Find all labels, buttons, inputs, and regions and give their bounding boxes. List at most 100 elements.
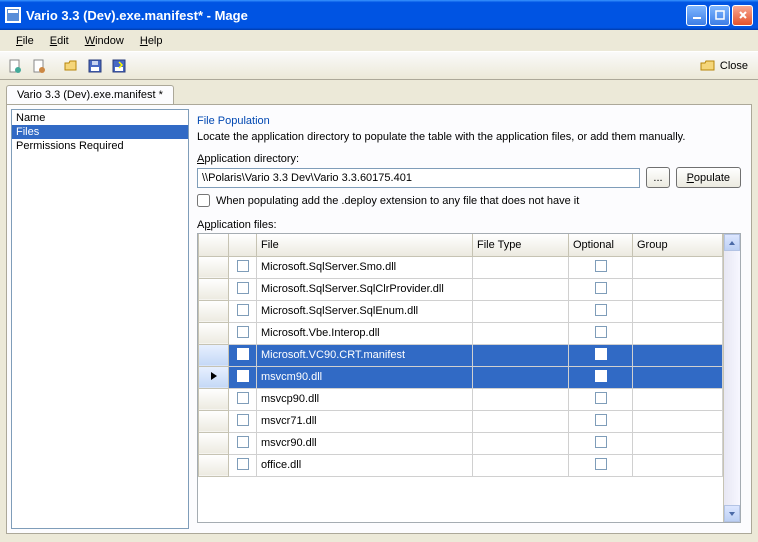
- row-header[interactable]: [199, 344, 229, 366]
- files-grid[interactable]: File File Type Optional Group Microsoft.…: [197, 233, 741, 523]
- chk-col[interactable]: [229, 234, 257, 256]
- group-cell[interactable]: [633, 322, 723, 344]
- section-list[interactable]: NameFilesPermissions Required: [11, 109, 189, 529]
- menu-file[interactable]: File: [8, 33, 42, 49]
- document-tab[interactable]: Vario 3.3 (Dev).exe.manifest *: [6, 85, 174, 104]
- row-header[interactable]: [199, 278, 229, 300]
- row-header[interactable]: [199, 366, 229, 388]
- row-check[interactable]: [229, 322, 257, 344]
- scroll-down-icon[interactable]: [724, 505, 740, 522]
- optional-cell[interactable]: [569, 322, 633, 344]
- new-doc-icon[interactable]: [28, 55, 50, 77]
- open-icon[interactable]: [60, 55, 82, 77]
- group-cell[interactable]: [633, 454, 723, 476]
- row-check[interactable]: [229, 410, 257, 432]
- group-cell[interactable]: [633, 300, 723, 322]
- row-header-col[interactable]: [199, 234, 229, 256]
- sidebar-item-permissions-required[interactable]: Permissions Required: [12, 139, 188, 153]
- file-cell[interactable]: office.dll: [257, 454, 473, 476]
- file-cell[interactable]: Microsoft.Vbe.Interop.dll: [257, 322, 473, 344]
- row-check[interactable]: [229, 454, 257, 476]
- deploy-extension-checkbox[interactable]: [197, 194, 210, 207]
- optional-cell[interactable]: [569, 278, 633, 300]
- row-header[interactable]: [199, 388, 229, 410]
- file-cell[interactable]: Microsoft.VC90.CRT.manifest: [257, 344, 473, 366]
- group-cell[interactable]: [633, 388, 723, 410]
- file-cell[interactable]: msvcm90.dll: [257, 366, 473, 388]
- file-cell[interactable]: Microsoft.SqlServer.Smo.dll: [257, 256, 473, 278]
- table-row[interactable]: Microsoft.Vbe.Interop.dll: [199, 322, 723, 344]
- optional-cell[interactable]: [569, 300, 633, 322]
- row-check[interactable]: [229, 256, 257, 278]
- table-row[interactable]: Microsoft.SqlServer.Smo.dll: [199, 256, 723, 278]
- scroll-up-icon[interactable]: [724, 234, 740, 251]
- optional-col[interactable]: Optional: [569, 234, 633, 256]
- group-cell[interactable]: [633, 278, 723, 300]
- filetype-cell[interactable]: [473, 410, 569, 432]
- table-row[interactable]: Microsoft.SqlServer.SqlClrProvider.dll: [199, 278, 723, 300]
- filetype-cell[interactable]: [473, 432, 569, 454]
- row-check[interactable]: [229, 344, 257, 366]
- row-header[interactable]: [199, 256, 229, 278]
- file-cell[interactable]: Microsoft.SqlServer.SqlEnum.dll: [257, 300, 473, 322]
- row-check[interactable]: [229, 388, 257, 410]
- optional-cell[interactable]: [569, 256, 633, 278]
- filetype-cell[interactable]: [473, 256, 569, 278]
- save-icon[interactable]: [84, 55, 106, 77]
- group-cell[interactable]: [633, 344, 723, 366]
- group-cell[interactable]: [633, 366, 723, 388]
- maximize-button[interactable]: [709, 5, 730, 26]
- file-cell[interactable]: msvcr71.dll: [257, 410, 473, 432]
- row-header[interactable]: [199, 454, 229, 476]
- save-sign-icon[interactable]: [108, 55, 130, 77]
- row-check[interactable]: [229, 432, 257, 454]
- table-row[interactable]: Microsoft.VC90.CRT.manifest: [199, 344, 723, 366]
- filetype-cell[interactable]: [473, 322, 569, 344]
- optional-cell[interactable]: [569, 432, 633, 454]
- group-col[interactable]: Group: [633, 234, 723, 256]
- row-check[interactable]: [229, 278, 257, 300]
- group-cell[interactable]: [633, 256, 723, 278]
- close-button[interactable]: [732, 5, 753, 26]
- toolbar-close-button[interactable]: Close: [700, 58, 754, 74]
- grid-scrollbar[interactable]: [723, 234, 740, 522]
- table-row[interactable]: Microsoft.SqlServer.SqlEnum.dll: [199, 300, 723, 322]
- optional-cell[interactable]: [569, 454, 633, 476]
- row-check[interactable]: [229, 300, 257, 322]
- browse-button[interactable]: ...: [646, 167, 669, 188]
- filetype-cell[interactable]: [473, 388, 569, 410]
- row-check[interactable]: [229, 366, 257, 388]
- row-header[interactable]: [199, 300, 229, 322]
- table-row[interactable]: msvcr90.dll: [199, 432, 723, 454]
- group-cell[interactable]: [633, 410, 723, 432]
- table-row[interactable]: msvcr71.dll: [199, 410, 723, 432]
- menu-edit[interactable]: Edit: [42, 33, 77, 49]
- menu-window[interactable]: Window: [77, 33, 132, 49]
- populate-button[interactable]: Populate: [676, 167, 741, 188]
- row-header[interactable]: [199, 432, 229, 454]
- menu-help[interactable]: Help: [132, 33, 171, 49]
- file-cell[interactable]: msvcp90.dll: [257, 388, 473, 410]
- filetype-cell[interactable]: [473, 300, 569, 322]
- table-row[interactable]: msvcm90.dll: [199, 366, 723, 388]
- sidebar-item-name[interactable]: Name: [12, 111, 188, 125]
- filetype-col[interactable]: File Type: [473, 234, 569, 256]
- minimize-button[interactable]: [686, 5, 707, 26]
- table-row[interactable]: msvcp90.dll: [199, 388, 723, 410]
- filetype-cell[interactable]: [473, 454, 569, 476]
- optional-cell[interactable]: [569, 410, 633, 432]
- filetype-cell[interactable]: [473, 366, 569, 388]
- directory-input[interactable]: [197, 168, 640, 188]
- optional-cell[interactable]: [569, 366, 633, 388]
- group-cell[interactable]: [633, 432, 723, 454]
- sidebar-item-files[interactable]: Files: [12, 125, 188, 139]
- file-cell[interactable]: msvcr90.dll: [257, 432, 473, 454]
- file-cell[interactable]: Microsoft.SqlServer.SqlClrProvider.dll: [257, 278, 473, 300]
- optional-cell[interactable]: [569, 344, 633, 366]
- filetype-cell[interactable]: [473, 278, 569, 300]
- file-col[interactable]: File: [257, 234, 473, 256]
- optional-cell[interactable]: [569, 388, 633, 410]
- table-row[interactable]: office.dll: [199, 454, 723, 476]
- filetype-cell[interactable]: [473, 344, 569, 366]
- row-header[interactable]: [199, 410, 229, 432]
